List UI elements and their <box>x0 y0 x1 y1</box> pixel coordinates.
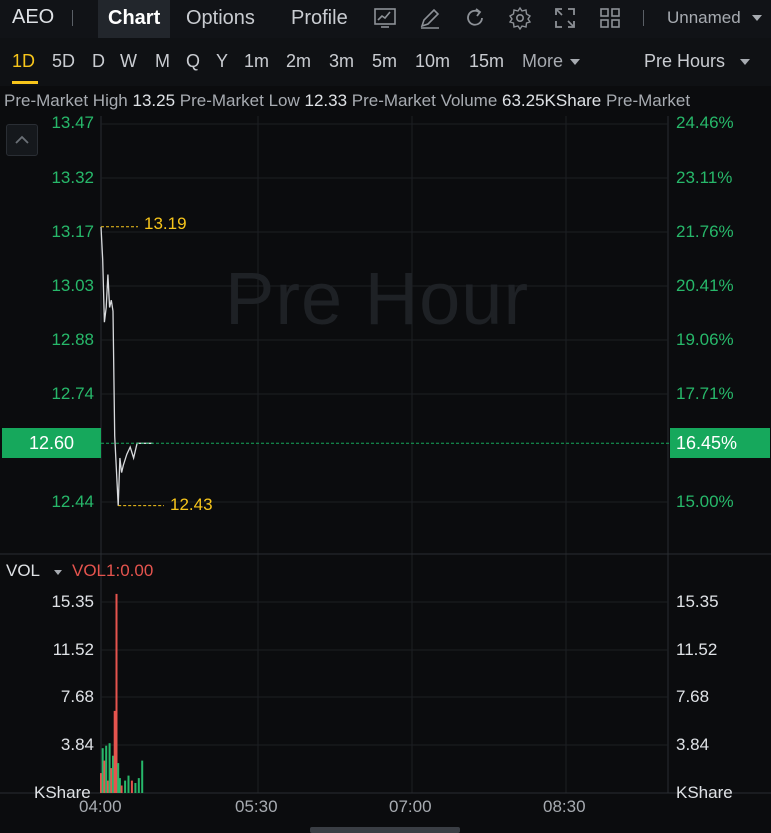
pre-market-low-label: Pre-Market Low <box>179 91 300 110</box>
volume-bar <box>130 780 133 793</box>
volume-bar <box>134 783 137 793</box>
tab-chart[interactable]: Chart <box>98 0 171 38</box>
volume-bar <box>103 760 106 793</box>
pre-market-low-value: 12.33 <box>304 91 348 110</box>
volume-bar <box>127 775 130 793</box>
period-q[interactable]: Q <box>186 51 200 72</box>
active-period-indicator <box>12 81 38 84</box>
volume-chart <box>100 593 144 793</box>
more-periods-button[interactable]: More <box>522 51 563 72</box>
pre-market-trailing-label: Pre-Market <box>606 91 691 110</box>
layout-grid-icon[interactable] <box>598 6 622 30</box>
period-15m[interactable]: 15m <box>469 51 504 72</box>
pre-market-high-value: 13.25 <box>132 91 176 110</box>
period-1d[interactable]: 1D <box>12 51 35 72</box>
session-selector[interactable]: Pre Hours <box>644 51 725 72</box>
period-d[interactable]: D <box>92 51 105 72</box>
volume-bar <box>124 780 127 793</box>
period-1m[interactable]: 1m <box>244 51 269 72</box>
fullscreen-icon[interactable] <box>553 6 577 30</box>
pre-market-volume-value: 63.25KShare <box>502 91 602 110</box>
draw-pen-icon[interactable] <box>418 6 442 30</box>
ticker-symbol[interactable]: AEO <box>12 6 54 29</box>
top-bar: AEO Chart Options Profile Unnamed <box>0 0 771 39</box>
chevron-down-icon[interactable] <box>570 59 580 65</box>
volume-bar <box>117 763 120 793</box>
volume-bar <box>141 760 144 793</box>
pre-market-volume-label: Pre-Market Volume <box>351 91 498 110</box>
pre-market-high-label: Pre-Market High <box>4 91 128 110</box>
tab-profile[interactable]: Profile <box>281 0 358 38</box>
period-bar: 1D 5D D W M Q Y 1m 2m 3m 5m 10m 15m More… <box>0 38 771 86</box>
settings-gear-icon[interactable] <box>508 6 532 31</box>
volume-bar <box>113 710 116 793</box>
chart-scrollbar[interactable] <box>310 827 460 833</box>
pre-market-stats: Pre-Market High 13.25 Pre-Market Low 12.… <box>0 86 771 116</box>
time-tick: 05:30 <box>235 797 278 816</box>
volume-bar <box>105 745 108 793</box>
chart-type-icon[interactable] <box>373 6 397 30</box>
period-w[interactable]: W <box>120 51 137 72</box>
divider <box>643 10 644 26</box>
period-3m[interactable]: 3m <box>329 51 354 72</box>
period-5d[interactable]: 5D <box>52 51 75 72</box>
chevron-down-icon[interactable] <box>740 59 750 65</box>
stats-line: Pre-Market High 13.25 Pre-Market Low 12.… <box>4 86 690 116</box>
time-tick: 04:00 <box>79 797 122 816</box>
chevron-down-icon[interactable] <box>752 15 762 21</box>
volume-bar <box>108 743 111 793</box>
time-tick: 08:30 <box>543 797 586 816</box>
period-10m[interactable]: 10m <box>415 51 450 72</box>
refresh-icon[interactable] <box>463 6 487 30</box>
chart-area[interactable]: Pre Hour 13.47 13.32 13.17 13.03 12.88 1… <box>0 113 771 833</box>
tab-options[interactable]: Options <box>176 0 265 38</box>
period-2m[interactable]: 2m <box>286 51 311 72</box>
time-tick: 07:00 <box>389 797 432 816</box>
period-5m[interactable]: 5m <box>372 51 397 72</box>
period-y[interactable]: Y <box>216 51 228 72</box>
volume-bar <box>101 748 104 793</box>
period-m[interactable]: M <box>155 51 170 72</box>
volume-bar <box>137 778 140 793</box>
divider <box>72 10 73 26</box>
layout-name-dropdown[interactable]: Unnamed <box>667 8 741 28</box>
volume-bar <box>120 785 123 793</box>
